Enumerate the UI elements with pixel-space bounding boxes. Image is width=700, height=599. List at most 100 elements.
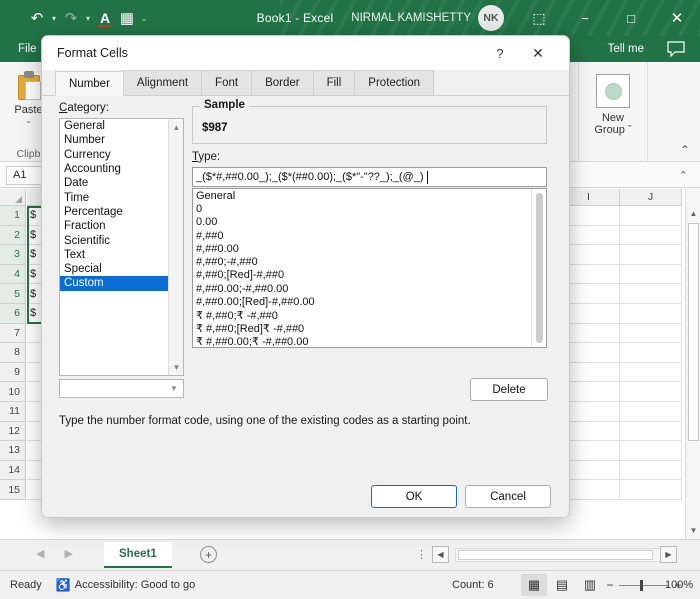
dialog-tab-font[interactable]: Font xyxy=(201,70,253,95)
dialog-tab-border[interactable]: Border xyxy=(251,70,314,95)
format-code-item[interactable]: #,##0.00 xyxy=(193,242,546,255)
format-code-item[interactable]: #,##0;-#,##0 xyxy=(193,255,546,268)
cell[interactable] xyxy=(620,245,682,265)
row-header-7[interactable]: 7 xyxy=(0,323,26,344)
row-header-9[interactable]: 9 xyxy=(0,362,26,383)
category-scroll-up-icon[interactable]: ▲ xyxy=(169,120,183,134)
new-group-icon[interactable] xyxy=(596,74,630,108)
row-header-4[interactable]: 4 xyxy=(0,264,26,285)
category-item-text[interactable]: Text xyxy=(60,248,183,262)
paste-label[interactable]: Paste xyxy=(14,104,42,116)
format-code-scrollbar[interactable] xyxy=(531,189,546,347)
format-code-item[interactable]: 0.00 xyxy=(193,216,546,229)
cell[interactable] xyxy=(620,264,682,285)
cell[interactable] xyxy=(620,480,682,500)
category-item-percentage[interactable]: Percentage xyxy=(60,205,183,219)
row-header-6[interactable]: 6 xyxy=(0,304,26,324)
borders-icon[interactable]: ▦ xyxy=(116,5,138,31)
locale-combo[interactable]: ▼ xyxy=(59,379,184,398)
format-code-item[interactable]: #,##0 xyxy=(193,229,546,242)
maximize-icon[interactable]: □ xyxy=(608,0,654,36)
cell[interactable] xyxy=(620,284,682,304)
row-header-11[interactable]: 11 xyxy=(0,402,26,422)
redo-icon[interactable]: ↷ xyxy=(60,5,82,31)
undo-dropdown-icon[interactable]: ▾ xyxy=(48,5,60,31)
category-item-scientific[interactable]: Scientific xyxy=(60,233,183,247)
cell[interactable] xyxy=(620,382,682,402)
format-code-scroll-thumb[interactable] xyxy=(536,193,543,343)
page-layout-view-icon[interactable]: ▤ xyxy=(549,574,575,596)
type-input[interactable]: _($*#,##0.00_);_($*(##0.00);_($*"-"??_);… xyxy=(192,167,547,187)
row-header-13[interactable]: 13 xyxy=(0,441,26,461)
dialog-tab-alignment[interactable]: Alignment xyxy=(122,70,203,95)
horizontal-scroll-thumb[interactable] xyxy=(458,550,653,560)
format-code-item[interactable]: General xyxy=(193,189,546,202)
category-item-currency[interactable]: Currency xyxy=(60,148,183,162)
format-code-item[interactable]: ₹ #,##0;[Red]₹ -#,##0 xyxy=(193,322,546,335)
page-break-preview-icon[interactable]: ▥ xyxy=(577,574,603,596)
avatar[interactable]: NK xyxy=(478,5,504,31)
expand-formula-bar-icon[interactable]: ⌃ xyxy=(679,169,688,182)
zoom-track[interactable] xyxy=(619,579,669,591)
scroll-down-icon[interactable]: ▼ xyxy=(686,523,700,538)
ribbon-display-options-icon[interactable]: ⬚ xyxy=(516,0,562,36)
row-header-15[interactable]: 15 xyxy=(0,480,26,500)
format-code-item[interactable]: #,##0.00;[Red]-#,##0.00 xyxy=(193,295,546,308)
help-icon[interactable]: ? xyxy=(487,43,513,63)
category-item-time[interactable]: Time xyxy=(60,190,183,204)
cell[interactable] xyxy=(620,304,682,324)
category-item-general[interactable]: General xyxy=(60,119,183,133)
category-item-date[interactable]: Date xyxy=(60,176,183,190)
minimize-icon[interactable]: − xyxy=(562,0,608,36)
cell[interactable] xyxy=(620,323,682,344)
category-scroll-down-icon[interactable]: ▼ xyxy=(169,360,183,374)
zoom-level[interactable]: 100% xyxy=(665,579,693,591)
format-code-item[interactable]: ₹ #,##0;₹ -#,##0 xyxy=(193,309,546,322)
row-header-12[interactable]: 12 xyxy=(0,421,26,442)
vertical-scrollbar[interactable]: ▲ ▼ xyxy=(685,189,700,539)
row-header-1[interactable]: 1 xyxy=(0,206,26,226)
scroll-up-icon[interactable]: ▲ xyxy=(686,206,700,221)
sheet-tab-sheet1[interactable]: Sheet1 xyxy=(104,542,172,568)
vertical-scroll-thumb[interactable] xyxy=(688,223,699,441)
cell[interactable] xyxy=(620,460,682,481)
zoom-thumb[interactable] xyxy=(640,579,643,591)
format-code-item[interactable]: #,##0.00;-#,##0.00 xyxy=(193,282,546,295)
comments-icon[interactable] xyxy=(666,40,686,58)
dialog-tab-protection[interactable]: Protection xyxy=(354,70,435,95)
row-header-5[interactable]: 5 xyxy=(0,284,26,304)
select-all-corner[interactable] xyxy=(0,189,26,206)
cell[interactable] xyxy=(620,225,682,246)
category-scrollbar[interactable]: ▲ ▼ xyxy=(168,119,183,375)
ok-button[interactable]: OK xyxy=(371,485,457,508)
category-item-custom[interactable]: Custom xyxy=(60,276,183,291)
row-header-10[interactable]: 10 xyxy=(0,382,26,402)
undo-icon[interactable]: ↶ xyxy=(26,5,48,31)
new-group-dropdown-icon[interactable]: ˇ xyxy=(628,124,632,136)
sheet-next-icon[interactable]: ▶ xyxy=(64,547,72,560)
row-header-8[interactable]: 8 xyxy=(0,343,26,363)
hscroll-left-icon[interactable]: ◀ xyxy=(432,546,449,563)
sheet-prev-icon[interactable]: ◀ xyxy=(36,547,44,560)
cell[interactable] xyxy=(620,421,682,442)
tell-me-box[interactable]: Tell me xyxy=(608,36,644,62)
add-sheet-icon[interactable]: + xyxy=(200,546,217,563)
category-list[interactable]: General Number Currency Accounting Date Time P… xyxy=(59,118,184,376)
dialog-close-icon[interactable]: ✕ xyxy=(525,43,551,63)
delete-button[interactable]: Delete xyxy=(470,378,548,401)
format-code-list[interactable]: General 0 0.00 #,##0 #,##0.00 #,##0;-#,##0 #,#… xyxy=(192,188,547,348)
row-header-3[interactable]: 3 xyxy=(0,245,26,265)
new-group-button[interactable]: New Group ˇ xyxy=(578,62,648,162)
category-item-number[interactable]: Number xyxy=(60,133,183,147)
dialog-tab-fill[interactable]: Fill xyxy=(312,70,356,95)
paste-icon[interactable] xyxy=(16,71,42,101)
font-color-icon[interactable]: A xyxy=(94,5,116,31)
normal-view-icon[interactable]: ▦ xyxy=(521,574,547,596)
format-code-item[interactable]: #,##0;[Red]-#,##0 xyxy=(193,269,546,282)
format-code-item[interactable]: 0 xyxy=(193,202,546,215)
zoom-out-icon[interactable]: − xyxy=(605,578,615,592)
cell[interactable] xyxy=(620,362,682,383)
row-header-14[interactable]: 14 xyxy=(0,460,26,481)
customize-quick-access-toolbar-icon[interactable]: ⌄ xyxy=(138,5,150,31)
category-item-special[interactable]: Special xyxy=(60,262,183,276)
